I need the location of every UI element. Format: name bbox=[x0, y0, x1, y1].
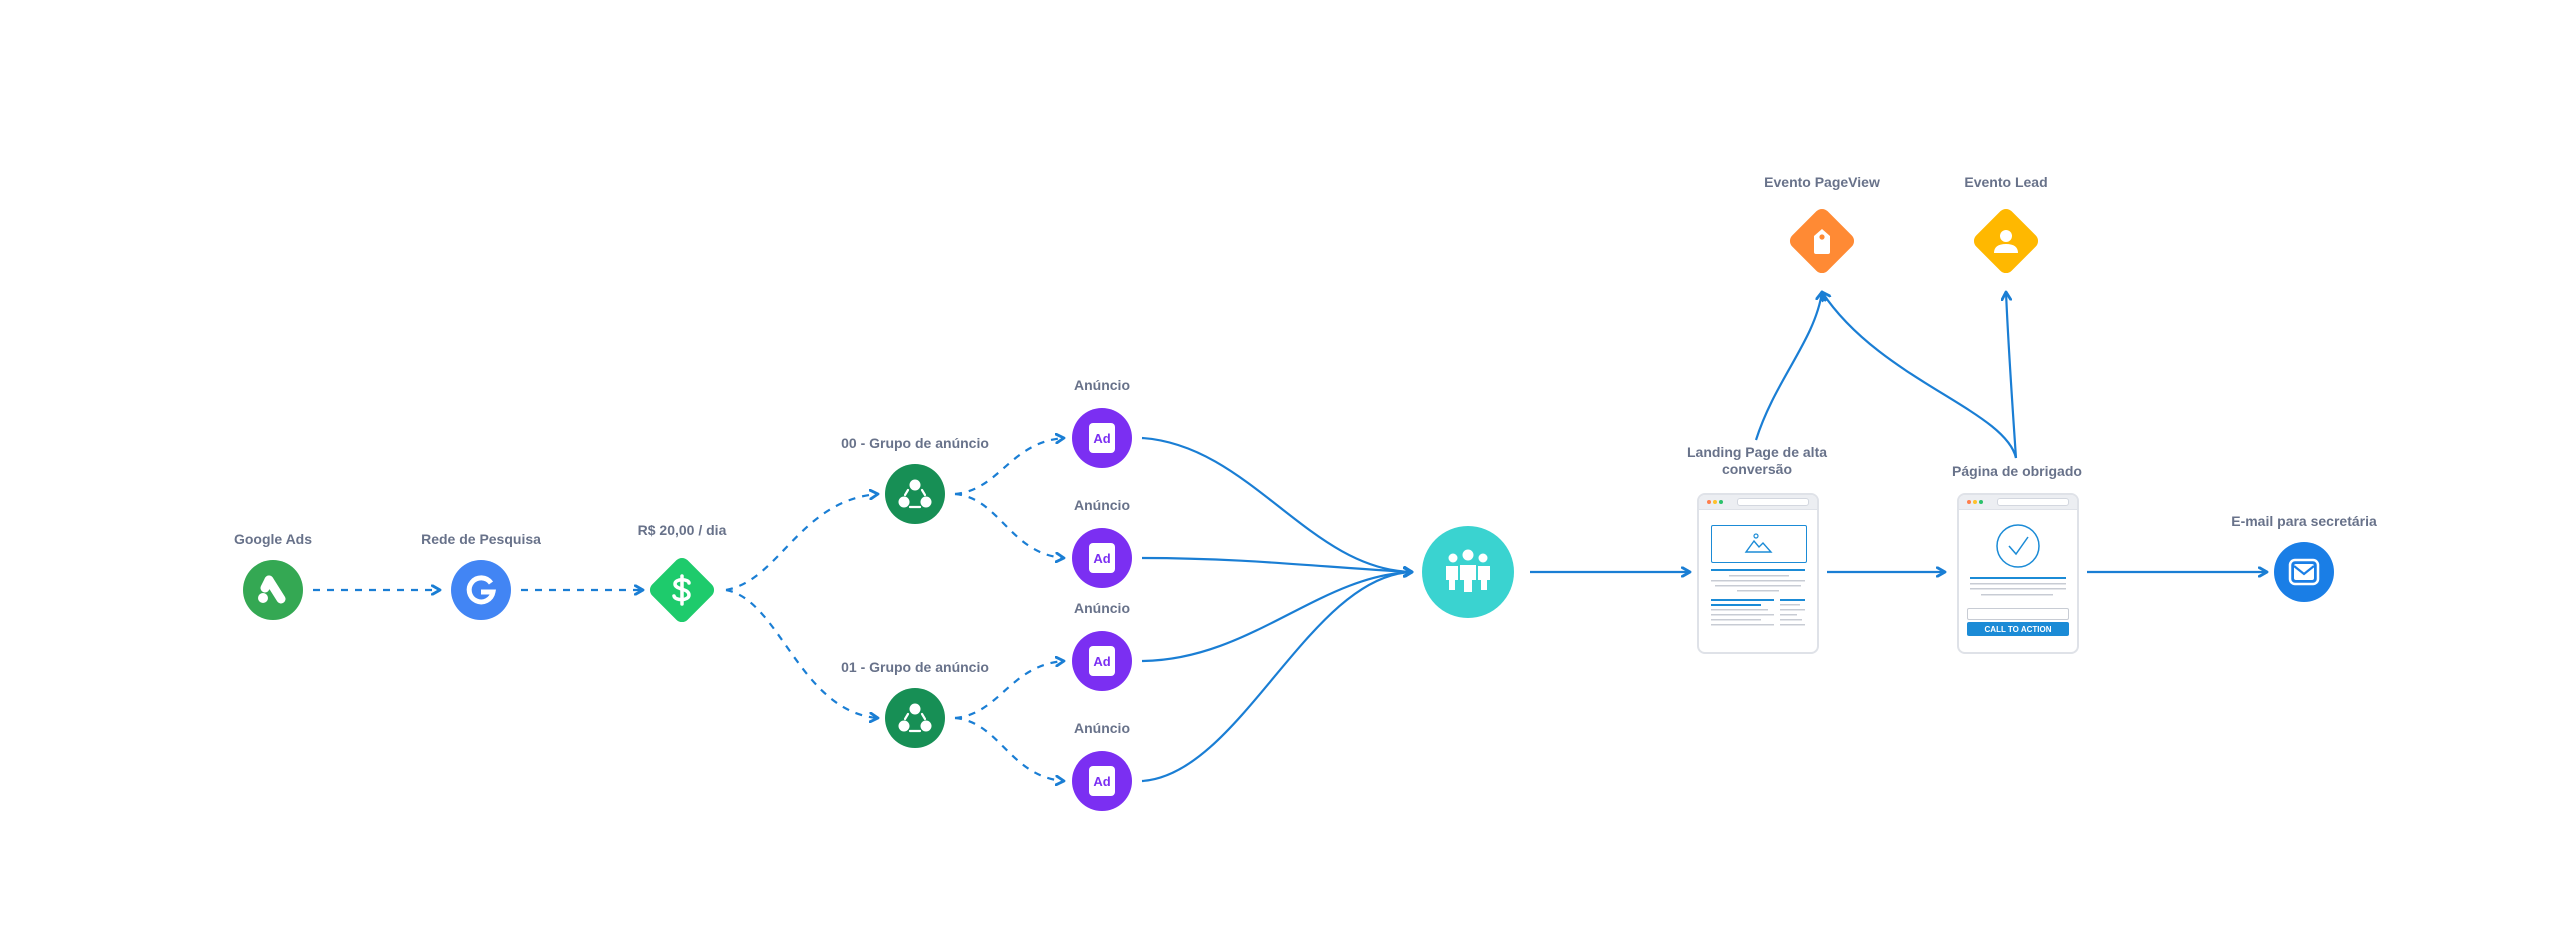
ad-badge-icon: Ad bbox=[1089, 423, 1115, 453]
budget-node[interactable] bbox=[646, 554, 718, 626]
image-placeholder-icon bbox=[1711, 525, 1807, 563]
page-content-lines bbox=[1711, 569, 1805, 626]
label-search-network: Rede de Pesquisa bbox=[421, 531, 541, 547]
label-ad-group-01: 01 - Grupo de anúncio bbox=[841, 659, 989, 675]
label-ad-2: Anúncio bbox=[1074, 497, 1130, 513]
edge-budget-to-ad-group-01 bbox=[725, 588, 878, 718]
edge-landing-page-to-pageview-event bbox=[1754, 292, 1822, 441]
ad-badge-icon: Ad bbox=[1089, 766, 1115, 796]
tag-icon bbox=[1814, 229, 1830, 254]
label-lead-event: Evento Lead bbox=[1964, 174, 2048, 190]
label-ad-1: Anúncio bbox=[1074, 377, 1130, 393]
pageview-event-node[interactable] bbox=[1786, 205, 1858, 277]
google-g-icon bbox=[466, 575, 496, 605]
ad-group-icon bbox=[898, 703, 932, 733]
edge-thank-you-page-to-lead-event bbox=[2006, 292, 2018, 459]
ad-node-3[interactable]: Ad bbox=[1072, 631, 1132, 691]
label-ad-4: Anúncio bbox=[1074, 720, 1130, 736]
label-email: E-mail para secretária bbox=[2231, 513, 2377, 529]
ad-group-icon bbox=[898, 479, 932, 509]
search-network-node[interactable] bbox=[451, 560, 511, 620]
user-icon bbox=[1994, 230, 2018, 253]
label-google-ads: Google Ads bbox=[233, 531, 313, 547]
ad-node-4[interactable]: Ad bbox=[1072, 751, 1132, 811]
label-ad-3: Anúncio bbox=[1074, 600, 1130, 616]
envelope-icon bbox=[2288, 558, 2320, 586]
ad-group-01-node[interactable] bbox=[885, 688, 945, 748]
edge-ad-group-00-to-ad-1 bbox=[954, 492, 1064, 558]
lead-event-node[interactable] bbox=[1970, 205, 2042, 277]
label-ad-group-00: 00 - Grupo de anúncio bbox=[841, 435, 989, 451]
browser-bar bbox=[1699, 495, 1817, 510]
page-content-lines bbox=[1970, 577, 2066, 596]
label-thank-you-page: Página de obrigado bbox=[1952, 463, 2082, 479]
edge-budget-to-ad-group-00 bbox=[725, 494, 878, 592]
edge-ad-0-to-audience bbox=[1141, 436, 1412, 572]
people-icon bbox=[1446, 549, 1490, 594]
edge-ad-2-to-audience bbox=[1141, 572, 1412, 663]
ad-badge-icon: Ad bbox=[1089, 646, 1115, 676]
label-landing-page: Landing Page de alta conversão bbox=[1686, 444, 1828, 477]
ad-node-1[interactable]: Ad bbox=[1072, 408, 1132, 468]
google-ads-icon bbox=[258, 575, 286, 604]
ad-badge-icon: Ad bbox=[1089, 543, 1115, 573]
label-budget: R$ 20,00 / dia bbox=[637, 522, 727, 538]
email-node[interactable] bbox=[2274, 542, 2334, 602]
diagram-canvas bbox=[313, 0, 2560, 937]
edge-ad-3-to-audience bbox=[1141, 572, 1412, 783]
landing-page-node[interactable] bbox=[1697, 493, 1819, 654]
checkmark-icon bbox=[1996, 524, 2040, 568]
edge-thank-you-page-to-pageview-event bbox=[1822, 292, 2018, 459]
ad-group-00-node[interactable] bbox=[885, 464, 945, 524]
label-pageview-event: Evento PageView bbox=[1764, 174, 1880, 190]
form-input bbox=[1967, 608, 2069, 620]
browser-bar bbox=[1959, 495, 2077, 510]
audience-node[interactable] bbox=[1422, 526, 1514, 618]
edge-ad-group-01-to-ad-3 bbox=[954, 716, 1064, 781]
google-ads-node[interactable] bbox=[243, 560, 303, 620]
ad-node-2[interactable]: Ad bbox=[1072, 528, 1132, 588]
call-to-action-button[interactable]: CALL TO ACTION bbox=[1967, 622, 2069, 636]
thank-you-page-node[interactable]: CALL TO ACTION bbox=[1957, 493, 2079, 654]
dollar-icon bbox=[672, 574, 691, 606]
